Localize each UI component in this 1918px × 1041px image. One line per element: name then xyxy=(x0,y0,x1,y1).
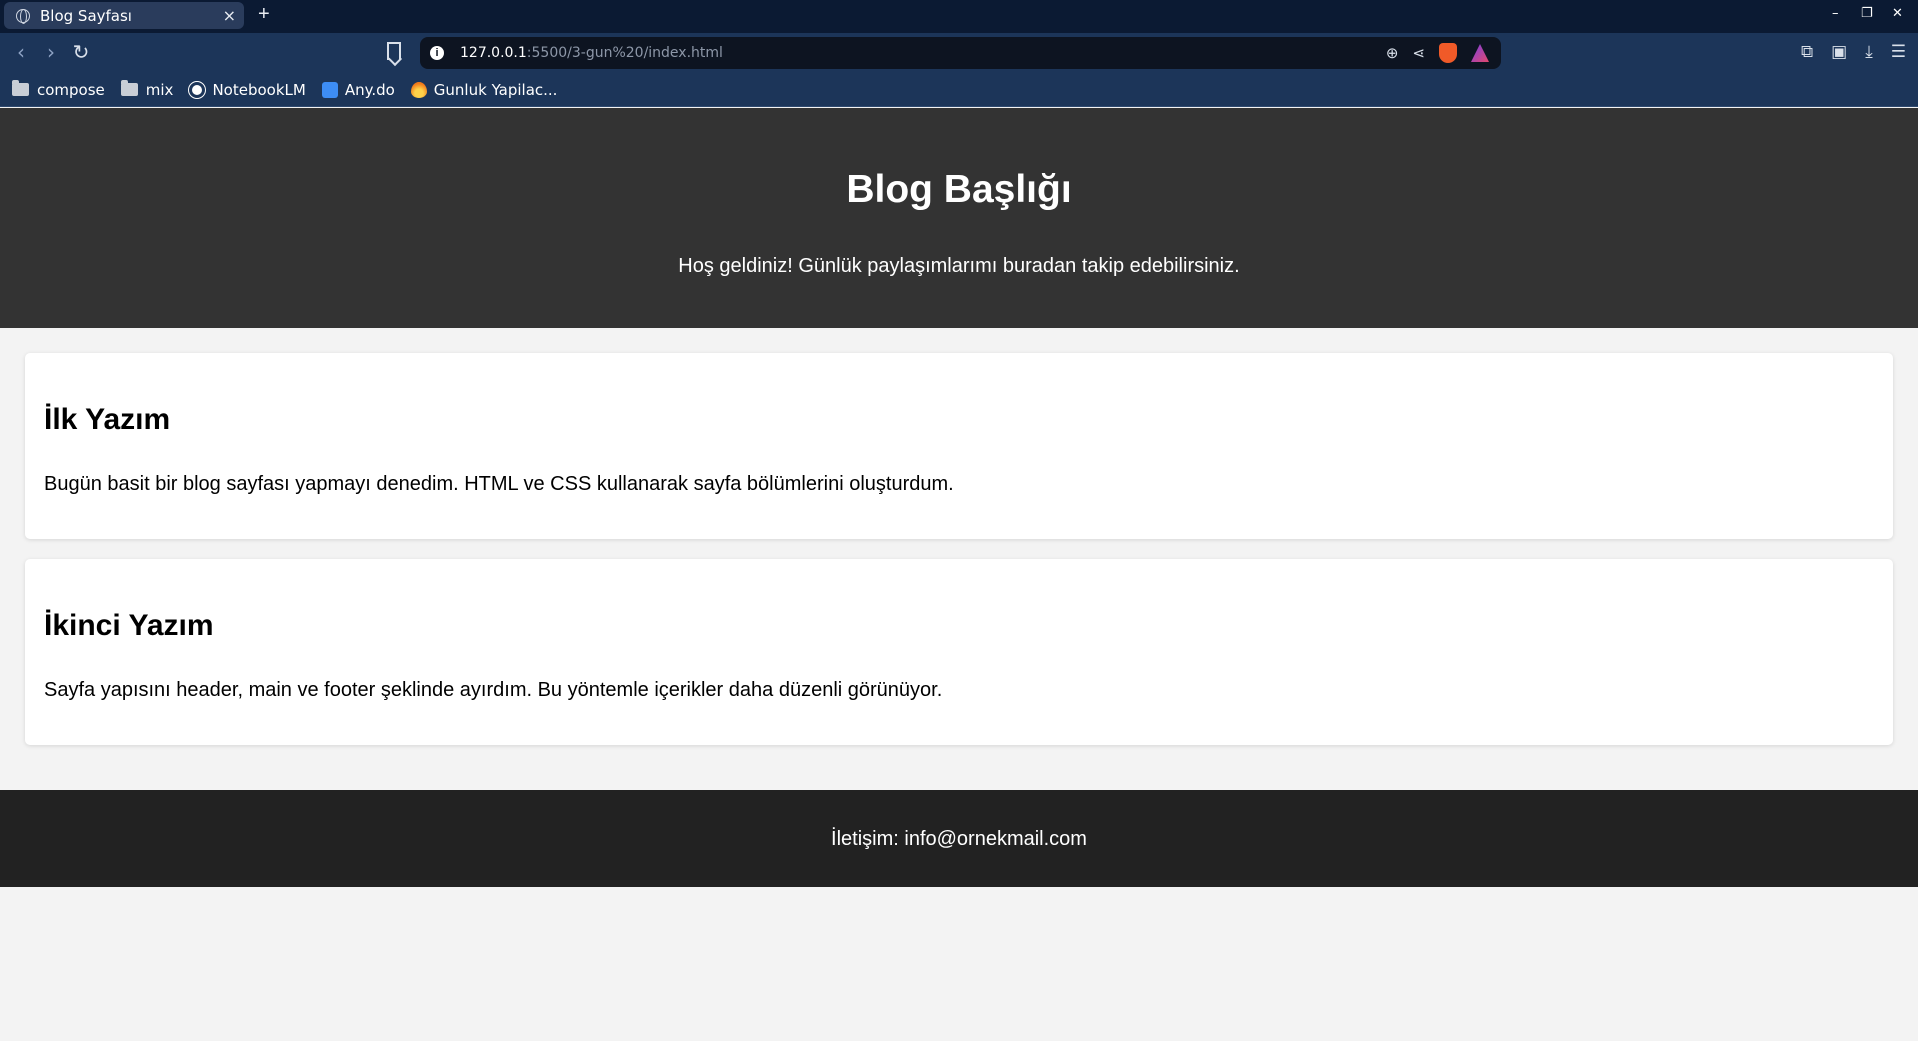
minimize-button[interactable]: – xyxy=(1832,6,1839,21)
new-tab-button[interactable]: + xyxy=(258,3,270,26)
contact-info: İletişim: info@ornekmail.com xyxy=(831,828,1087,850)
tab-bar: Blog Sayfası × + – ❐ ✕ xyxy=(0,0,1918,33)
bookmark-anydo[interactable]: Any.do xyxy=(321,81,395,99)
blog-post: İkinci Yazım Sayfa yapısını header, main… xyxy=(25,559,1893,745)
blog-post: İlk Yazım Bugün basit bir blog sayfası y… xyxy=(25,353,1893,539)
share-icon[interactable]: ⋖ xyxy=(1412,44,1425,62)
bookmark-notebooklm[interactable]: NotebookLM xyxy=(188,80,306,99)
zoom-icon[interactable]: ⊕ xyxy=(1386,44,1399,62)
close-window-button[interactable]: ✕ xyxy=(1892,6,1903,21)
bookmark-gunluk[interactable]: Gunluk Yapilac... xyxy=(410,81,557,99)
post-title: İlk Yazım xyxy=(44,403,171,436)
fire-icon xyxy=(410,81,427,98)
menu-icon[interactable]: ☰ xyxy=(1891,42,1906,62)
bookmark-compose[interactable]: compose xyxy=(12,80,105,99)
tab-title: Blog Sayfası xyxy=(40,6,132,25)
page-title: Blog Başlığı xyxy=(846,168,1072,211)
page-subtitle: Hoş geldiniz! Günlük paylaşımlarımı bura… xyxy=(678,255,1240,277)
brave-rewards-icon[interactable] xyxy=(1471,44,1489,62)
wallet-icon[interactable]: ▣ xyxy=(1831,42,1847,62)
url-text[interactable]: 127.0.0.1:5500/3-gun%20/index.html xyxy=(460,45,723,61)
notebooklm-icon xyxy=(188,80,207,99)
back-icon[interactable]: ‹ xyxy=(8,39,34,65)
page-content: Blog Başlığı Hoş geldiniz! Günlük paylaş… xyxy=(0,108,1918,1041)
brave-shields-icon[interactable] xyxy=(1439,43,1457,63)
folder-icon xyxy=(12,80,29,96)
post-body: Sayfa yapısını header, main ve footer şe… xyxy=(44,679,943,701)
close-tab-icon[interactable]: × xyxy=(223,6,236,25)
post-body: Bugün basit bir blog sayfası yapmayı den… xyxy=(44,473,954,495)
bookmark-page-icon[interactable] xyxy=(387,42,401,60)
bookmarks-bar: compose mix NotebookLM Any.do Gunluk Yap… xyxy=(0,73,1918,107)
forward-icon[interactable]: › xyxy=(38,39,64,65)
extensions-icon[interactable]: ⧉ xyxy=(1801,42,1813,62)
reload-icon[interactable]: ↻ xyxy=(68,39,94,65)
anydo-icon xyxy=(321,81,338,98)
address-bar[interactable]: i 127.0.0.1:5500/3-gun%20/index.html ⊕ ⋖ xyxy=(420,37,1501,69)
folder-icon xyxy=(120,80,138,96)
site-header: Blog Başlığı Hoş geldiniz! Günlük paylaş… xyxy=(0,108,1918,328)
post-title: İkinci Yazım xyxy=(44,609,214,642)
site-info-icon[interactable]: i xyxy=(430,46,444,60)
globe-icon xyxy=(16,8,30,24)
browser-tab[interactable]: Blog Sayfası × xyxy=(4,2,244,29)
bookmark-mix[interactable]: mix xyxy=(120,80,173,99)
browser-toolbar: ‹ › ↻ i 127.0.0.1:5500/3-gun%20/index.ht… xyxy=(0,33,1918,73)
maximize-button[interactable]: ❐ xyxy=(1861,6,1873,21)
site-footer: İletişim: info@ornekmail.com xyxy=(0,790,1918,887)
download-icon[interactable]: ⤓ xyxy=(1865,42,1873,62)
